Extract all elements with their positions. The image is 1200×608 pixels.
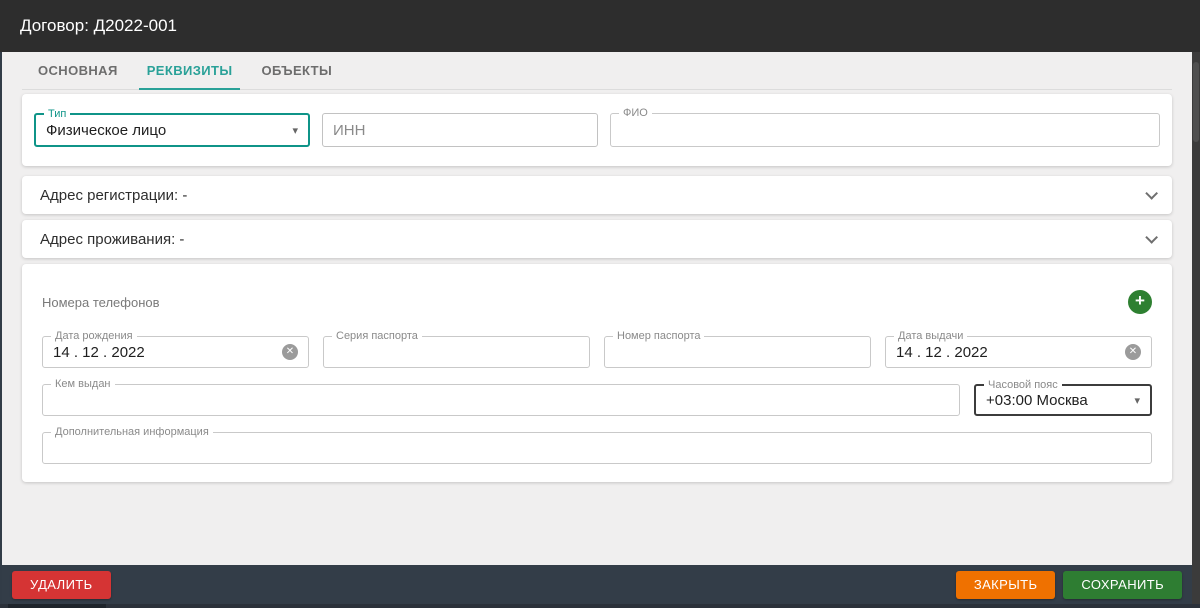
chevron-down-icon: ▾ (292, 124, 298, 137)
horizontal-scrollbar[interactable] (0, 604, 1200, 608)
passport-number-field[interactable]: Номер паспорта (604, 330, 871, 368)
issued-by-field[interactable]: Кем выдан (42, 378, 960, 416)
tab-objects[interactable]: ОБЪЕКТЫ (253, 52, 340, 89)
extra-info-row: Дополнительная информация (42, 426, 1152, 464)
chevron-down-icon: ▾ (1134, 394, 1140, 407)
type-value: Физическое лицо (46, 121, 167, 139)
timezone-value: +03:00 Москва (986, 391, 1088, 409)
accordion-registration-address[interactable]: Адрес регистрации: - (22, 176, 1172, 214)
dialog-title: Договор: Д2022-001 (20, 16, 177, 35)
birth-date-value: 14 . 12 . 2022 (53, 343, 145, 361)
passport-row-1: Дата рождения 14 . 12 . 2022 ✕ Серия пас… (42, 330, 1152, 368)
clear-icon[interactable]: ✕ (1125, 344, 1141, 360)
type-select[interactable]: Тип Физическое лицо ▾ (34, 108, 310, 147)
phones-label: Номера телефонов (42, 294, 160, 310)
fio-label: ФИО (619, 107, 652, 120)
birth-date-label: Дата рождения (51, 330, 137, 343)
clear-icon[interactable]: ✕ (282, 344, 298, 360)
passport-card: Номера телефонов + Дата рождения 14 . 12… (22, 264, 1172, 482)
inn-field-wrap (322, 113, 598, 147)
phones-row: Номера телефонов + (42, 290, 1152, 314)
accordion-residence-address[interactable]: Адрес проживания: - (22, 220, 1172, 258)
chevron-down-icon (1145, 186, 1158, 200)
identity-card: Тип Физическое лицо ▾ ФИО (22, 94, 1172, 166)
dialog-content: ОСНОВНАЯ РЕКВИЗИТЫ ОБЪЕКТЫ Тип Физическо… (2, 52, 1192, 565)
issued-by-label: Кем выдан (51, 378, 115, 391)
tab-main[interactable]: ОСНОВНАЯ (30, 52, 126, 89)
inn-input[interactable] (333, 121, 587, 139)
close-button[interactable]: ЗАКРЫТЬ (955, 570, 1056, 599)
birth-date-field[interactable]: Дата рождения 14 . 12 . 2022 ✕ (42, 330, 309, 368)
timezone-select[interactable]: Часовой пояс +03:00 Москва ▾ (974, 379, 1152, 416)
issue-date-field[interactable]: Дата выдачи 14 . 12 . 2022 ✕ (885, 330, 1152, 368)
tab-requisites[interactable]: РЕКВИЗИТЫ (138, 52, 241, 90)
vertical-scrollbar-thumb[interactable] (1193, 62, 1199, 142)
save-button[interactable]: СОХРАНИТЬ (1063, 570, 1182, 599)
dialog-titlebar: Договор: Д2022-001 (0, 0, 1200, 52)
add-phone-button[interactable]: + (1128, 290, 1152, 314)
residence-address-label: Адрес проживания: - (40, 230, 185, 248)
issue-date-label: Дата выдачи (894, 330, 968, 343)
chevron-down-icon (1145, 230, 1158, 244)
extra-info-field[interactable]: Дополнительная информация (42, 426, 1152, 464)
tab-bar: ОСНОВНАЯ РЕКВИЗИТЫ ОБЪЕКТЫ (22, 52, 1172, 90)
timezone-label: Часовой пояс (984, 379, 1062, 392)
action-bar: УДАЛИТЬ ЗАКРЫТЬ СОХРАНИТЬ (2, 565, 1192, 604)
fio-field[interactable]: ФИО (610, 107, 1160, 147)
extra-info-label: Дополнительная информация (51, 426, 213, 439)
horizontal-scrollbar-thumb[interactable] (8, 604, 106, 608)
passport-number-label: Номер паспорта (613, 330, 705, 343)
issue-date-value: 14 . 12 . 2022 (896, 343, 988, 361)
passport-row-2: Кем выдан Часовой пояс +03:00 Москва ▾ (42, 378, 1152, 416)
vertical-scrollbar[interactable] (1192, 52, 1200, 608)
delete-button[interactable]: УДАЛИТЬ (12, 570, 111, 599)
registration-address-label: Адрес регистрации: - (40, 186, 188, 204)
passport-series-label: Серия паспорта (332, 330, 422, 343)
passport-series-field[interactable]: Серия паспорта (323, 330, 590, 368)
type-label: Тип (44, 108, 71, 121)
